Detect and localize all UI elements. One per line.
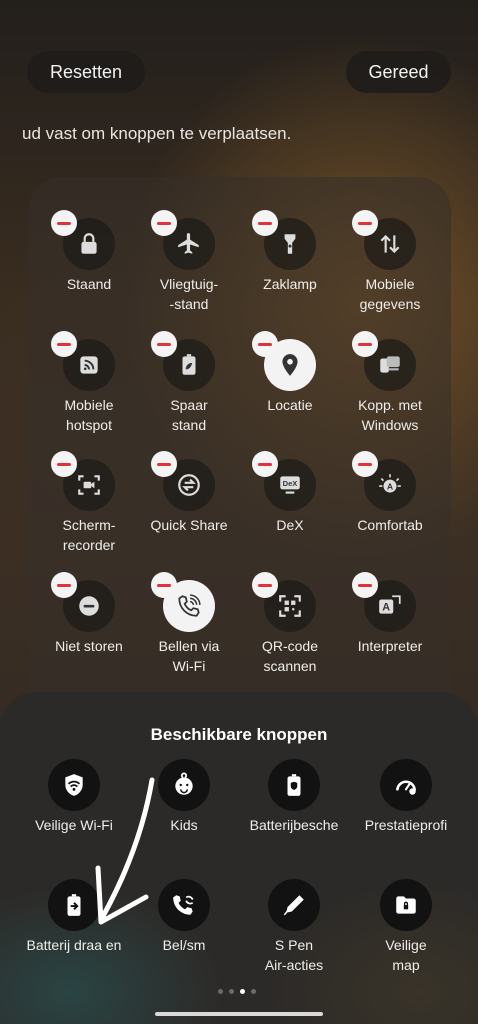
tile-label: Locatie [267,397,313,413]
page-dot-current [240,989,245,994]
call-sync-icon[interactable] [158,879,210,931]
remove-icon[interactable] [252,451,278,477]
remove-icon[interactable] [352,572,378,598]
battery-share-icon[interactable] [48,879,100,931]
available-tile-label: Veilige map [385,937,427,973]
available-tile-label: Batterijbesche [249,817,339,833]
remove-icon[interactable] [252,210,278,236]
svg-text:A: A [387,481,394,491]
tile-label: Niet storen [55,638,123,654]
instruction-text: ud vast om knoppen te verplaatsen. [22,124,292,143]
available-tile-label: S Pen Air-acties [264,937,324,973]
remove-icon[interactable] [151,451,177,477]
tile-label: DeX [276,517,304,533]
remove-icon[interactable] [151,210,177,236]
available-tile-label: Batterij draa en [26,937,122,953]
tile-label: Bellen via Wi-Fi [158,638,220,674]
remove-icon[interactable] [151,572,177,598]
remove-icon[interactable] [51,451,77,477]
tile-label: Spaar stand [170,397,208,433]
available-tile-label: Bel/sm [162,937,206,953]
page-indicator [218,989,256,994]
tile-label: Mobiele hotspot [64,397,114,433]
tile-label: Quick Share [150,517,228,533]
tile-label: QR-code scannen [261,638,319,674]
done-button[interactable]: Gereed [346,51,451,93]
page-dot [218,989,223,994]
page-dot [229,989,234,994]
home-indicator[interactable] [155,1012,323,1016]
performance-icon[interactable] [380,759,432,811]
battery-protect-icon[interactable] [268,759,320,811]
remove-icon[interactable] [51,572,77,598]
tile-label: Zaklamp [263,276,317,292]
tile-label: Kopp. met Windows [358,397,422,433]
secure-wifi-icon[interactable] [48,759,100,811]
tile-label: Comfortab [357,517,423,533]
remove-icon[interactable] [352,331,378,357]
tile-label: Vliegtuig- -stand [159,276,219,312]
kids-icon[interactable] [158,759,210,811]
tile-label: Scherm- recorder [62,517,116,553]
remove-icon[interactable] [151,331,177,357]
available-tile-label: Kids [170,817,198,833]
available-tile-label: Prestatieprofi [364,817,448,833]
tile-label: Interpreter [357,638,423,654]
remove-icon[interactable] [252,331,278,357]
spen-icon[interactable] [268,879,320,931]
sheet-title: Beschikbare knoppen [150,725,328,744]
remove-icon[interactable] [51,210,77,236]
available-tile-label: Veilige Wi-Fi [35,817,113,833]
svg-text:DeX: DeX [283,479,298,488]
tile-label: Mobiele gegevens [359,276,421,312]
remove-icon[interactable] [352,210,378,236]
remove-icon[interactable] [51,331,77,357]
remove-icon[interactable] [352,451,378,477]
reset-button[interactable]: Resetten [27,51,145,93]
remove-icon[interactable] [252,572,278,598]
tile-label: Staand [66,276,112,292]
secure-folder-icon[interactable] [380,879,432,931]
page-dot [251,989,256,994]
svg-text:A: A [382,601,390,613]
